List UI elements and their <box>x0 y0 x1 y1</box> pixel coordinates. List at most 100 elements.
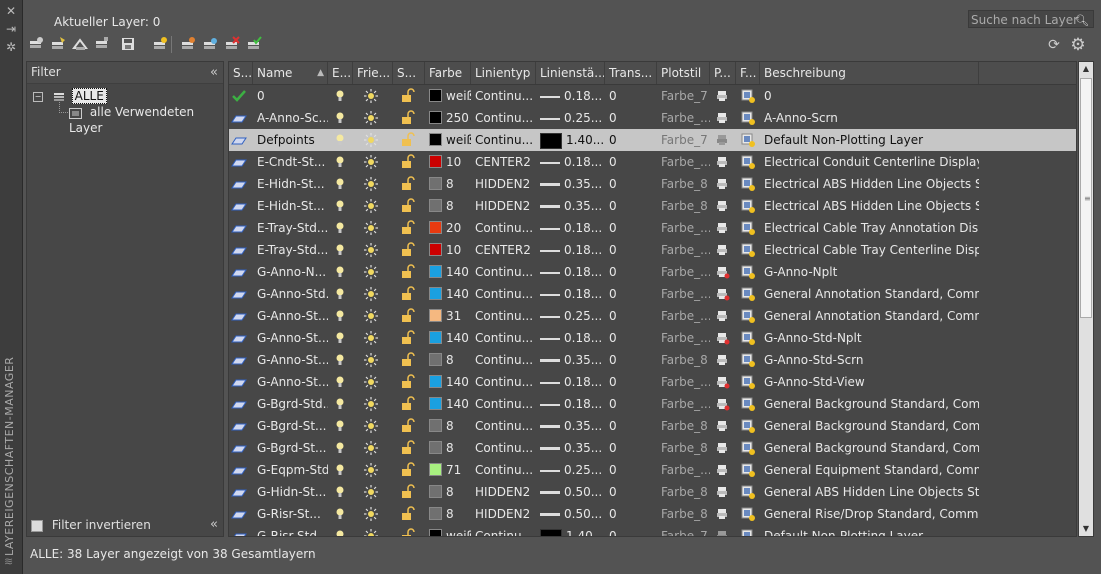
new-vp-freeze-icon[interactable] <box>740 462 756 478</box>
new-vp-freeze-icon[interactable] <box>740 110 756 126</box>
layer-linetype[interactable]: Continu... <box>471 85 536 107</box>
col-transparency[interactable]: Trans... <box>605 62 657 84</box>
layer-description[interactable]: General Background Standard, Com... <box>760 437 979 459</box>
layer-description[interactable]: Electrical Cable Tray Annotation Disp... <box>760 217 979 239</box>
layer-name[interactable]: G-Anno-St... <box>253 349 328 371</box>
on-bulb-icon[interactable] <box>332 264 348 280</box>
layer-transparency[interactable]: 0 <box>605 261 657 283</box>
table-row[interactable]: A-Anno-Sc... 250 Continu... 0.25... 0 Farbe_.… <box>229 107 1076 129</box>
layer-lineweight[interactable]: 0.18... <box>536 85 605 107</box>
layer-transparency[interactable]: 0 <box>605 283 657 305</box>
settings-gear-icon[interactable]: ⚙ <box>1069 36 1087 54</box>
unlock-icon[interactable] <box>399 110 415 126</box>
layer-color[interactable]: weiß <box>425 85 471 107</box>
plot-printer-icon[interactable] <box>714 418 730 434</box>
layer-color[interactable]: 8 <box>425 195 471 217</box>
table-row[interactable]: G-Bgrd-St... 8 Continu... 0.35... 0 Farbe_8 Ge… <box>229 415 1076 437</box>
layer-lineweight[interactable]: 0.50... <box>536 503 605 525</box>
layer-linetype[interactable]: Continu... <box>471 393 536 415</box>
plot-printer-icon[interactable] <box>714 396 730 412</box>
filter-all-label[interactable]: ALLE <box>71 88 107 104</box>
layer-description[interactable]: Electrical Conduit Centerline Display... <box>760 151 979 173</box>
table-row[interactable]: E-Tray-Std... 10 CENTER2 0.18... 0 Farbe_... E… <box>229 239 1076 261</box>
unlock-icon[interactable] <box>399 88 415 104</box>
unlock-icon[interactable] <box>399 308 415 324</box>
layer-name[interactable]: G-Anno-St... <box>253 371 328 393</box>
layer-color[interactable]: 140 <box>425 393 471 415</box>
layer-color[interactable]: 10 <box>425 151 471 173</box>
layer-transparency[interactable]: 0 <box>605 217 657 239</box>
layer-name[interactable]: G-Risr-St... <box>253 503 328 525</box>
layer-transparency[interactable]: 0 <box>605 481 657 503</box>
layer-name[interactable]: G-Risr-Std... <box>253 525 328 536</box>
layer-name[interactable]: G-Bgrd-St... <box>253 437 328 459</box>
layer-color[interactable]: 10 <box>425 239 471 261</box>
layer-description[interactable]: General Rise/Drop Standard, Commo... <box>760 503 979 525</box>
thaw-sun-icon[interactable] <box>363 440 379 456</box>
col-plot[interactable]: P... <box>710 62 736 84</box>
on-bulb-icon[interactable] <box>332 242 348 258</box>
on-bulb-icon[interactable] <box>332 440 348 456</box>
unlock-icon[interactable] <box>399 396 415 412</box>
layer-lineweight[interactable]: 0.35... <box>536 195 605 217</box>
layer-linetype[interactable]: HIDDEN2 <box>471 173 536 195</box>
layer-transparency[interactable]: 0 <box>605 239 657 261</box>
thaw-sun-icon[interactable] <box>363 154 379 170</box>
layer-transparency[interactable]: 0 <box>605 437 657 459</box>
layer-name[interactable]: 0 <box>253 85 328 107</box>
layer-color[interactable]: 140 <box>425 261 471 283</box>
thaw-sun-icon[interactable] <box>363 198 379 214</box>
layer-color[interactable]: 8 <box>425 173 471 195</box>
layer-linetype[interactable]: Continu... <box>471 415 536 437</box>
vp-freeze-icon[interactable] <box>202 36 218 52</box>
layer-description[interactable]: G-Anno-Std-View <box>760 371 979 393</box>
layer-lineweight[interactable]: 1.40... <box>536 129 605 151</box>
layer-linetype[interactable]: Continu... <box>471 349 536 371</box>
layer-search-input[interactable]: Suche nach Layer 🔍︎ <box>968 10 1094 28</box>
col-newvpfreeze[interactable]: F... <box>736 62 760 84</box>
palette-grip-icon[interactable]: ≋ <box>4 555 18 568</box>
table-row[interactable]: G-Anno-St... 8 Continu... 0.35... 0 Farbe_8 G-… <box>229 349 1076 371</box>
unlock-icon[interactable] <box>399 264 415 280</box>
layer-description[interactable]: General ABS Hidden Line Objects Sta... <box>760 481 979 503</box>
layer-description[interactable]: General Background Standard, Com... <box>760 415 979 437</box>
scroll-thumb[interactable]: ≡ <box>1080 78 1092 318</box>
on-bulb-icon[interactable] <box>332 154 348 170</box>
on-bulb-icon[interactable] <box>332 462 348 478</box>
plot-printer-icon[interactable] <box>714 352 730 368</box>
new-vp-freeze-icon[interactable] <box>740 506 756 522</box>
unlock-icon[interactable] <box>399 462 415 478</box>
layer-name[interactable]: G-Anno-N... <box>253 261 328 283</box>
layer-linetype[interactable]: Continu... <box>471 217 536 239</box>
unlock-icon[interactable] <box>399 176 415 192</box>
layer-color[interactable]: 8 <box>425 437 471 459</box>
col-lineweight[interactable]: Linienstä... <box>536 62 605 84</box>
layer-linetype[interactable]: HIDDEN2 <box>471 195 536 217</box>
thaw-sun-icon[interactable] <box>363 88 379 104</box>
table-row[interactable]: G-Anno-St... 140 Continu... 0.18... 0 Farbe_.… <box>229 371 1076 393</box>
thaw-sun-icon[interactable] <box>363 462 379 478</box>
new-vp-freeze-icon[interactable] <box>740 330 756 346</box>
on-bulb-icon[interactable] <box>332 528 348 536</box>
layer-color[interactable]: 250 <box>425 107 471 129</box>
unlock-icon[interactable] <box>399 132 415 148</box>
layer-linetype[interactable]: Continu... <box>471 371 536 393</box>
set-current-icon[interactable] <box>246 36 262 52</box>
thaw-sun-icon[interactable] <box>363 330 379 346</box>
collapse-filter-icon[interactable]: « <box>210 62 218 83</box>
layer-lineweight[interactable]: 0.35... <box>536 173 605 195</box>
layer-color[interactable]: 8 <box>425 503 471 525</box>
search-icon[interactable]: 🔍︎ <box>1075 12 1089 30</box>
layer-color[interactable]: 140 <box>425 283 471 305</box>
new-vp-freeze-icon[interactable] <box>740 220 756 236</box>
plot-printer-icon[interactable] <box>714 374 730 390</box>
col-color[interactable]: Farbe <box>425 62 471 84</box>
scroll-up-arrow-icon[interactable]: ▲ <box>1079 62 1093 76</box>
layer-description[interactable]: General Background Standard, Com... <box>760 393 979 415</box>
new-vp-freeze-icon[interactable] <box>740 88 756 104</box>
table-row[interactable]: G-Anno-St... 31 Continu... 0.25... 0 Farbe_..… <box>229 305 1076 327</box>
thaw-sun-icon[interactable] <box>363 110 379 126</box>
layer-description[interactable]: A-Anno-Scrn <box>760 107 979 129</box>
layer-lineweight[interactable]: 0.25... <box>536 107 605 129</box>
unlock-icon[interactable] <box>399 484 415 500</box>
